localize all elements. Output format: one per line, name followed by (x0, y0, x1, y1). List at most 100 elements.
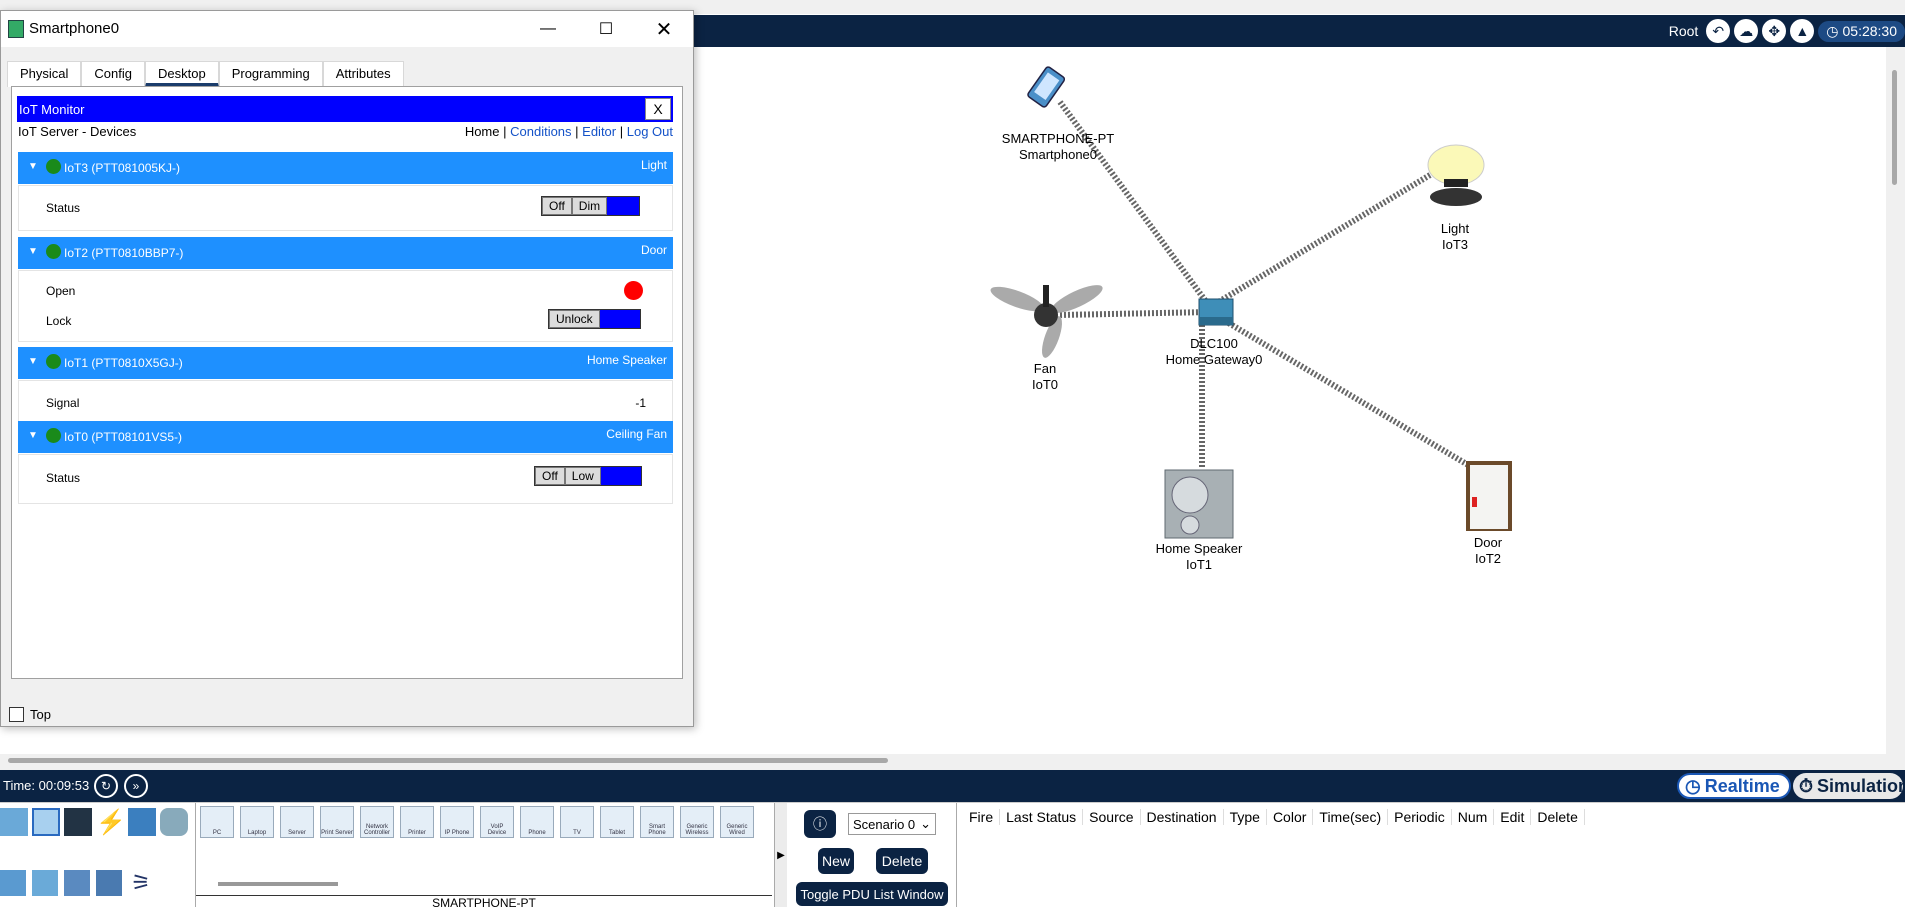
connections-icon[interactable]: ⚡ (96, 808, 126, 836)
logout-link[interactable]: Log Out (627, 124, 673, 139)
conditions-link[interactable]: Conditions (510, 124, 571, 139)
palette-device-6[interactable]: IP Phone (440, 806, 474, 838)
tab-physical[interactable]: Physical (7, 61, 82, 87)
device-header-iot2[interactable]: ▼ IoT2 (PTT0810BBP7-) Door (18, 237, 673, 269)
industrial-icon[interactable] (96, 870, 122, 896)
on-slider-fill[interactable] (607, 197, 640, 215)
gateway-device-label[interactable]: DLC100 Home Gateway0 (1166, 336, 1263, 368)
home-link[interactable]: Home (465, 124, 500, 139)
checkbox-icon[interactable] (9, 707, 24, 722)
pdu-column-header[interactable]: Destination (1141, 809, 1224, 825)
reset-time-icon[interactable]: ↻ (94, 774, 118, 798)
collapse-triangle-icon[interactable]: ▼ (28, 161, 38, 172)
wan-emulation-icon[interactable] (160, 808, 188, 836)
close-icon[interactable]: ✕ (641, 15, 687, 43)
collapse-triangle-icon[interactable]: ▼ (28, 246, 38, 257)
pdu-column-header[interactable]: Edit (1494, 809, 1532, 825)
collapse-arrow-icon[interactable]: ▶ (775, 803, 787, 907)
info-icon[interactable]: ⓘ (804, 810, 836, 838)
pdu-column-header[interactable]: Time(sec) (1313, 809, 1389, 825)
simulation-mode-button[interactable]: ⏱ Simulation (1793, 773, 1905, 799)
network-devices-icon[interactable] (0, 808, 28, 836)
light-status-control[interactable]: Off Dim (541, 196, 641, 216)
home-icon[interactable] (32, 870, 58, 896)
palette-device-8[interactable]: Phone (520, 806, 554, 838)
palette-device-0[interactable]: PC (200, 806, 234, 838)
door-device-label[interactable]: Door IoT2 (1474, 535, 1502, 567)
device-type: Door (640, 243, 667, 257)
tab-programming[interactable]: Programming (218, 61, 323, 87)
pdu-column-header[interactable]: Num (1452, 809, 1495, 825)
pdu-column-header[interactable]: Color (1267, 809, 1314, 825)
tab-desktop[interactable]: Desktop (145, 61, 219, 87)
end-devices-icon[interactable] (32, 808, 60, 836)
device-header-iot3[interactable]: ▼ IoT3 (PTT081005KJ-) Light (18, 152, 673, 184)
device-header-iot0[interactable]: ▼ IoT0 (PTT08101VS5-) Ceiling Fan (18, 421, 673, 453)
palette-device-3[interactable]: Print Server (320, 806, 354, 838)
pdu-column-header[interactable]: Periodic (1388, 809, 1452, 825)
lock-control[interactable]: Unlock (548, 309, 641, 329)
palette-device-2[interactable]: Server (280, 806, 314, 838)
palette-device-4[interactable]: Network Controller (360, 806, 394, 838)
pdu-column-header[interactable]: Type (1224, 809, 1267, 825)
root-label[interactable]: Root (1669, 23, 1699, 39)
vertical-scroll-thumb[interactable] (1892, 70, 1897, 185)
time-display: Time: 00:09:53 (3, 778, 90, 793)
device-header-iot1[interactable]: ▼ IoT1 (PTT0810X5GJ-) Home Speaker (18, 347, 673, 379)
device-body-iot2: Open Lock Unlock (18, 270, 673, 342)
collapse-triangle-icon[interactable]: ▼ (28, 356, 38, 367)
lock-slider-fill[interactable] (599, 310, 640, 328)
light-device-label[interactable]: Light IoT3 (1441, 221, 1469, 253)
palette-scroll-thumb[interactable] (218, 882, 338, 886)
fast-forward-icon[interactable]: » (124, 774, 148, 798)
tab-attributes[interactable]: Attributes (322, 61, 404, 87)
palette-device-7[interactable]: VoIP Device (480, 806, 514, 838)
maximize-icon[interactable]: ☐ (583, 15, 629, 43)
palette-device-13[interactable]: Generic Wired (720, 806, 754, 838)
stopwatch-icon: ⏱ (1799, 775, 1814, 796)
off-button[interactable]: Off (542, 197, 572, 215)
smartphone-device-label[interactable]: SMARTPHONE-PT Smartphone0 (1002, 131, 1114, 163)
speaker-device-label[interactable]: Home Speaker IoT1 (1156, 541, 1243, 573)
fan-device-label[interactable]: Fan IoT0 (1032, 361, 1058, 393)
dim-button[interactable]: Dim (571, 197, 608, 215)
high-slider-fill[interactable] (600, 467, 641, 485)
delete-scenario-button[interactable]: Delete (876, 848, 928, 874)
off-button[interactable]: Off (535, 467, 565, 485)
power-distribution-icon[interactable]: ⚞ (128, 870, 154, 896)
palette-device-10[interactable]: Tablet (600, 806, 634, 838)
low-button[interactable]: Low (564, 467, 601, 485)
realtime-mode-button[interactable]: ◷ Realtime (1677, 773, 1791, 799)
pdu-column-header[interactable]: Source (1083, 809, 1141, 825)
palette-device-11[interactable]: Smart Phone (640, 806, 674, 838)
window-tabs: Physical Config Desktop Programming Attr… (7, 61, 404, 87)
tab-config[interactable]: Config (81, 61, 145, 87)
iot-monitor-close-button[interactable]: X (645, 98, 671, 120)
toggle-pdu-list-button[interactable]: Toggle PDU List Window (796, 882, 948, 906)
move-icon[interactable]: ✥ (1762, 19, 1787, 43)
palette-device-12[interactable]: Generic Wireless (680, 806, 714, 838)
unlock-button[interactable]: Unlock (549, 310, 600, 328)
new-scenario-button[interactable]: New (818, 848, 854, 874)
background-image-icon[interactable]: ▲ (1790, 19, 1815, 43)
scenario-select[interactable]: Scenario 0 ⌄ (848, 813, 936, 835)
top-checkbox[interactable]: Top (9, 707, 51, 722)
back-icon[interactable]: ↶ (1706, 19, 1731, 43)
horizontal-scroll-thumb[interactable] (8, 758, 888, 763)
palette-device-1[interactable]: Laptop (240, 806, 274, 838)
building-icon[interactable] (64, 870, 90, 896)
cloud-icon[interactable]: ☁ (1734, 19, 1759, 43)
components-icon[interactable] (64, 808, 92, 836)
palette-device-5[interactable]: Printer (400, 806, 434, 838)
palette-device-9[interactable]: TV (560, 806, 594, 838)
editor-link[interactable]: Editor (582, 124, 616, 139)
collapse-triangle-icon[interactable]: ▼ (28, 430, 38, 441)
fan-status-control[interactable]: Off Low (534, 466, 642, 486)
pc-category-icon[interactable] (0, 870, 26, 896)
pdu-column-header[interactable]: Delete (1531, 809, 1585, 825)
pdu-column-header[interactable]: Fire (963, 809, 1001, 825)
pdu-column-header[interactable]: Last Status (1000, 809, 1084, 825)
minimize-icon[interactable]: — (525, 15, 571, 43)
misc-icon[interactable] (128, 808, 156, 836)
window-titlebar[interactable]: Smartphone0 — ☐ ✕ (1, 11, 693, 47)
